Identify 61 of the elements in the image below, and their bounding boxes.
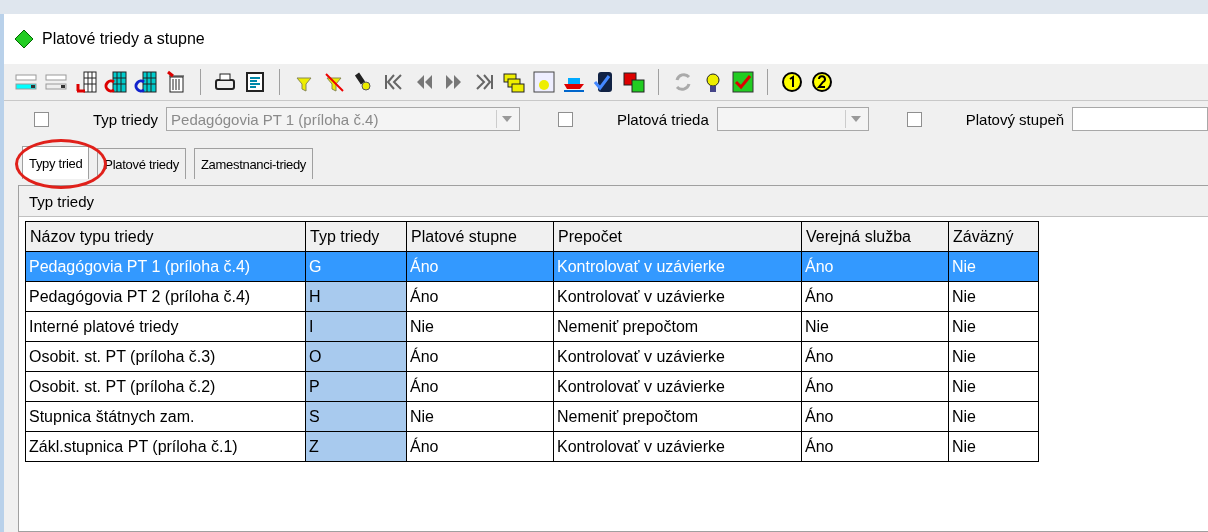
table-row[interactable]: Interné platové triedy I Nie Nemeniť prepočtom Nie Nie	[25, 311, 1039, 342]
table-cell: H	[305, 281, 407, 312]
column-header[interactable]: Záväzný	[948, 221, 1039, 252]
table-row[interactable]: Pedagógovia PT 2 (príloha č.4) H Áno Kontrolovať v uzávierke Áno Nie	[25, 281, 1039, 312]
table-cell: Nie	[948, 401, 1039, 432]
table-cell: Nemeniť prepočtom	[553, 401, 802, 432]
table-cell: Kontrolovať v uzávierke	[553, 341, 802, 372]
table-cell: Kontrolovať v uzávierke	[553, 251, 802, 282]
table-cell: Kontrolovať v uzávierke	[553, 281, 802, 312]
column-header[interactable]: Platové stupne	[406, 221, 554, 252]
table-row[interactable]: Stupnica štátnych zam. S Nie Nemeniť prepočtom Áno Nie	[25, 401, 1039, 432]
table-cell: Z	[305, 431, 407, 462]
table-row[interactable]: Osobit. st. PT (príloha č.2) P Áno Kontrolovať v uzávierke Áno Nie	[25, 371, 1039, 402]
table-row[interactable]: Zákl.stupnica PT (príloha č.1) Z Áno Kontrolovať v uzávierke Áno Nie	[25, 431, 1039, 462]
table-cell: Nie	[406, 401, 554, 432]
table-cell: Kontrolovať v uzávierke	[553, 431, 802, 462]
column-header[interactable]: Typ triedy	[305, 221, 407, 252]
table-cell: Osobit. st. PT (príloha č.3)	[25, 341, 306, 372]
column-header[interactable]: Verejná služba	[801, 221, 949, 252]
table-cell: Áno	[801, 281, 949, 312]
tab[interactable]: Zamestnanci-triedy	[193, 148, 314, 179]
table-cell: S	[305, 401, 407, 432]
table-cell: Áno	[406, 251, 554, 282]
column-header[interactable]: Prepočet	[553, 221, 802, 252]
table-cell: Zákl.stupnica PT (príloha č.1)	[25, 431, 306, 462]
table-cell: Pedagógovia PT 1 (príloha č.4)	[25, 251, 306, 282]
table-cell: O	[305, 341, 407, 372]
table-cell: Nie	[948, 251, 1039, 282]
table-cell: Kontrolovať v uzávierke	[553, 371, 802, 402]
table-cell: Áno	[406, 281, 554, 312]
table-cell: Nie	[406, 311, 554, 342]
table-cell: Áno	[801, 251, 949, 282]
filter-label: Platová trieda	[617, 110, 709, 128]
column-header[interactable]: Názov typu triedy	[25, 221, 306, 252]
table-cell: Stupnica štátnych zam.	[25, 401, 306, 432]
table-cell: Áno	[406, 341, 554, 372]
panel-title: Typ triedy	[19, 186, 1208, 217]
table-cell: P	[305, 371, 407, 402]
table-cell: G	[305, 251, 407, 282]
table-cell: Áno	[406, 431, 554, 462]
table-cell: Nemeniť prepočtom	[553, 311, 802, 342]
table-cell: Áno	[801, 401, 949, 432]
tab[interactable]: Typy tried	[22, 146, 90, 179]
table-cell: Áno	[801, 431, 949, 462]
table-cell: Nie	[948, 311, 1039, 342]
filter-label: Platový stupeň	[965, 110, 1065, 128]
table-cell: Pedagógovia PT 2 (príloha č.4)	[25, 281, 306, 312]
table-cell: Nie	[801, 311, 949, 342]
table-cell: Nie	[948, 281, 1039, 312]
table-cell: Áno	[801, 341, 949, 372]
table-cell: Nie	[948, 371, 1039, 402]
table-cell: Áno	[406, 371, 554, 402]
table-cell: Interné platové triedy	[25, 311, 306, 342]
table-row[interactable]: Osobit. st. PT (príloha č.3) O Áno Kontrolovať v uzávierke Áno Nie	[25, 341, 1039, 372]
table-cell: Nie	[948, 431, 1039, 462]
table-cell: Áno	[801, 371, 949, 402]
table-cell: I	[305, 311, 407, 342]
window-title: Platové triedy a stupne	[42, 30, 205, 48]
table-cell: Osobit. st. PT (príloha č.2)	[25, 371, 306, 402]
filter-label: Typ triedy	[93, 110, 159, 128]
table-cell: Nie	[948, 341, 1039, 372]
